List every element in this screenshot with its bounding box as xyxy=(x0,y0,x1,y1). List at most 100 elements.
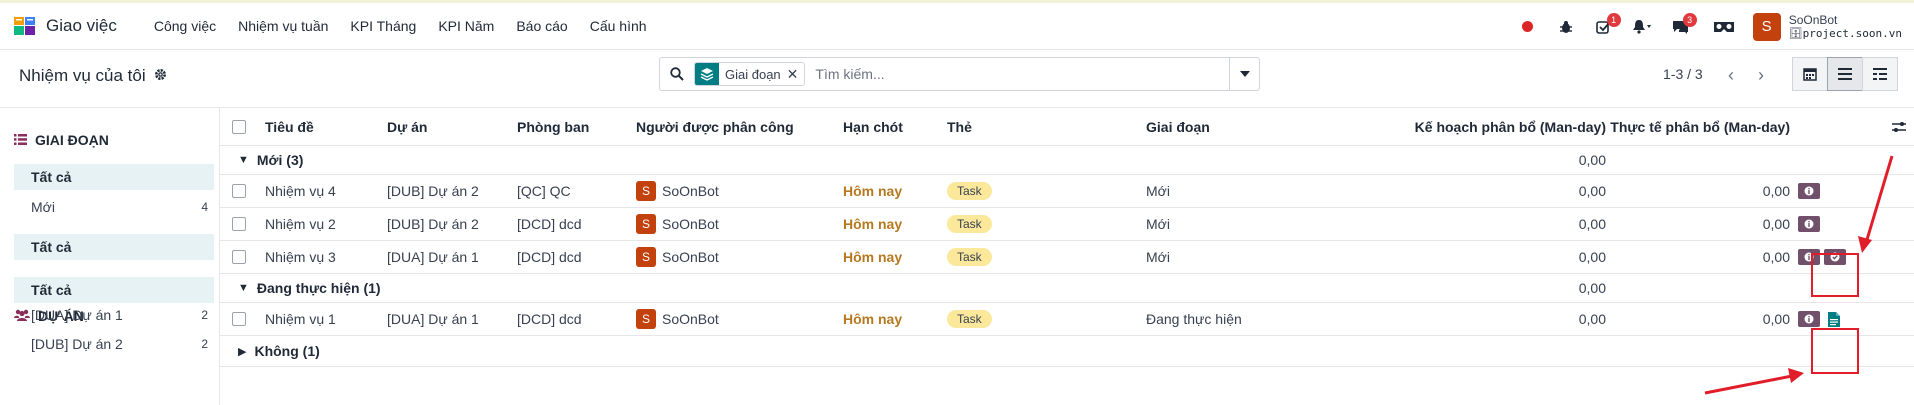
chevron-right-icon[interactable]: › xyxy=(1746,60,1776,90)
task-title[interactable]: Nhiệm vụ 1 xyxy=(265,303,336,335)
project-filter-dua[interactable]: [DUA] Dự án 1 2 xyxy=(14,302,214,328)
user-avatar[interactable]: S xyxy=(1752,12,1781,41)
assignee-name: SoOnBot xyxy=(662,249,719,265)
task-stage: Mới xyxy=(1146,183,1170,199)
group-row-in-progress[interactable]: ▼ Đang thực hiện (1) 0,00 xyxy=(220,274,1914,303)
row-checkbox[interactable] xyxy=(232,217,246,231)
search-bar: Giai đoạn ✕ xyxy=(659,57,1260,91)
assignee-avatar[interactable]: S xyxy=(636,309,656,329)
page-title: Nhiệm vụ của tôi xyxy=(19,66,167,86)
row-checkbox[interactable] xyxy=(232,184,246,198)
project-filter-count: 2 xyxy=(201,337,208,351)
info-icon[interactable] xyxy=(1798,183,1820,199)
app-logo-icon[interactable] xyxy=(12,13,38,39)
column-header-stage[interactable]: Giai đoạn xyxy=(1146,108,1210,145)
menu-item-bao-cao[interactable]: Báo cáo xyxy=(505,18,578,34)
select-all-checkbox[interactable] xyxy=(232,119,246,134)
user-name: SoOnBot xyxy=(1788,12,1838,27)
close-icon[interactable]: ✕ xyxy=(787,66,805,83)
list-icon xyxy=(14,132,27,148)
row-checkbox[interactable] xyxy=(232,312,246,326)
row-checkbox[interactable] xyxy=(232,250,246,264)
messages-icon[interactable]: 3 xyxy=(1665,12,1697,42)
column-header-tags[interactable]: Thẻ xyxy=(947,108,972,145)
project-filter-label: Tất cả xyxy=(31,282,72,298)
task-department: [DCD] dcd xyxy=(517,311,582,327)
table-row[interactable]: Nhiệm vụ 2 [DUB] Dự án 2 [DCD] dcd S SoOn… xyxy=(220,208,1914,241)
project-filter-count: 2 xyxy=(201,308,208,322)
stage-filter-new[interactable]: Mới 4 xyxy=(14,194,214,220)
column-header-title[interactable]: Tiêu đề xyxy=(265,108,314,145)
assignee-avatar[interactable]: S xyxy=(636,247,656,267)
group-label: Đang thực hiện (1) xyxy=(256,280,381,296)
task-title[interactable]: Nhiệm vụ 3 xyxy=(265,241,336,273)
group-row-new[interactable]: ▼ Mới (3) 0,00 xyxy=(220,146,1914,175)
control-panel: Nhiệm vụ của tôi Giai đoạn ✕ 1-3 / 3 ‹ › xyxy=(0,50,1914,108)
search-icon[interactable] xyxy=(660,67,694,81)
gear-icon[interactable] xyxy=(154,66,167,86)
table-row[interactable]: Nhiệm vụ 3 [DUA] Dự án 1 [DCD] dcd S SoOn… xyxy=(220,241,1914,274)
table-row[interactable]: Nhiệm vụ 4 [DUB] Dự án 2 [QC] QC S SoOnBo… xyxy=(220,175,1914,208)
menu-item-nhiem-vu-tuan[interactable]: Nhiệm vụ tuần xyxy=(227,18,339,34)
task-planned: 0,00 xyxy=(1578,183,1606,199)
menu-item-cong-viec[interactable]: Công việc xyxy=(143,18,227,34)
list-view-icon[interactable] xyxy=(1827,57,1863,91)
column-header-department[interactable]: Phòng ban xyxy=(517,108,589,145)
app-name[interactable]: Giao việc xyxy=(46,16,117,36)
pager-value[interactable]: 1-3 / 3 xyxy=(1663,66,1703,82)
assignee-name: SoOnBot xyxy=(662,216,719,232)
activity-icon[interactable]: 1 xyxy=(1589,12,1621,42)
calendar-view-icon[interactable] xyxy=(1792,57,1828,91)
assignee-avatar[interactable]: S xyxy=(636,214,656,234)
task-stage: Đang thực hiện xyxy=(1146,311,1242,327)
user-menu[interactable]: SoOnBot 🗄project.soon.vn xyxy=(1788,12,1902,40)
mask-icon[interactable] xyxy=(1709,12,1739,42)
column-header-planned[interactable]: Kế hoạch phân bổ (Man-day) xyxy=(1280,108,1606,145)
bug-icon[interactable] xyxy=(1551,12,1581,42)
caret-down-icon: ▼ xyxy=(238,154,249,166)
menu-item-kpi-nam[interactable]: KPI Năm xyxy=(427,18,505,34)
task-actual: 0,00 xyxy=(1762,311,1790,327)
task-stage: Mới xyxy=(1146,249,1170,265)
column-header-actual[interactable]: Thực tế phân bổ (Man-day) xyxy=(1610,108,1790,145)
chevron-left-icon[interactable]: ‹ xyxy=(1716,60,1746,90)
menu-item-kpi-thang[interactable]: KPI Tháng xyxy=(339,18,427,34)
group-row-none[interactable]: ▶ Không (1) xyxy=(220,336,1914,367)
bell-icon[interactable] xyxy=(1627,12,1657,42)
search-input[interactable] xyxy=(815,66,1229,82)
task-deadline: Hôm nay xyxy=(843,183,903,199)
messages-badge: 3 xyxy=(1682,12,1697,27)
task-title[interactable]: Nhiệm vụ 2 xyxy=(265,208,336,240)
group-planned-total: 0,00 xyxy=(1578,280,1606,296)
activity-view-icon[interactable] xyxy=(1862,57,1898,91)
project-filter-all-item[interactable]: Tất cả xyxy=(14,277,214,303)
stage-filter-all[interactable]: Tất cả xyxy=(14,164,214,190)
column-header-assignee[interactable]: Người được phân công xyxy=(636,108,794,145)
info-icon[interactable] xyxy=(1798,216,1820,232)
document-icon[interactable] xyxy=(1826,310,1842,328)
info-icon[interactable] xyxy=(1798,311,1820,327)
table-row[interactable]: Nhiệm vụ 1 [DUA] Dự án 1 [DCD] dcd S SoOn… xyxy=(220,303,1914,336)
optional-columns-icon[interactable] xyxy=(1892,108,1906,145)
task-project: [DUA] Dự án 1 xyxy=(387,249,479,265)
column-header-deadline[interactable]: Hạn chót xyxy=(843,108,903,145)
stage-heading-text: GIAI ĐOẠN xyxy=(35,132,109,148)
record-icon[interactable] xyxy=(1513,12,1543,42)
task-department: [QC] QC xyxy=(517,183,571,199)
column-header-project[interactable]: Dự án xyxy=(387,108,427,145)
annotation-highlight-box xyxy=(1811,328,1859,374)
project-filter-dub[interactable]: [DUB] Dự án 2 2 xyxy=(14,331,214,357)
project-filter-all[interactable]: Tất cả xyxy=(14,234,214,260)
annotation-highlight-box xyxy=(1811,253,1859,297)
systray: 1 3 S SoOnBot 🗄project.soon.vn xyxy=(1509,3,1914,50)
menu-item-cau-hinh[interactable]: Cấu hình xyxy=(579,18,658,34)
task-planned: 0,00 xyxy=(1578,249,1606,265)
task-deadline: Hôm nay xyxy=(843,249,903,265)
task-tag: Task xyxy=(947,310,992,328)
search-panel: GIAI ĐOẠN Tất cả Mới 4 DỰ ÁN Tất cả xyxy=(0,108,220,405)
chevron-down-icon[interactable] xyxy=(1229,58,1259,90)
assignee-avatar[interactable]: S xyxy=(636,181,656,201)
task-project: [DUA] Dự án 1 xyxy=(387,311,479,327)
stage-filter-label: Tất cả xyxy=(31,169,72,185)
task-title[interactable]: Nhiệm vụ 4 xyxy=(265,175,336,207)
